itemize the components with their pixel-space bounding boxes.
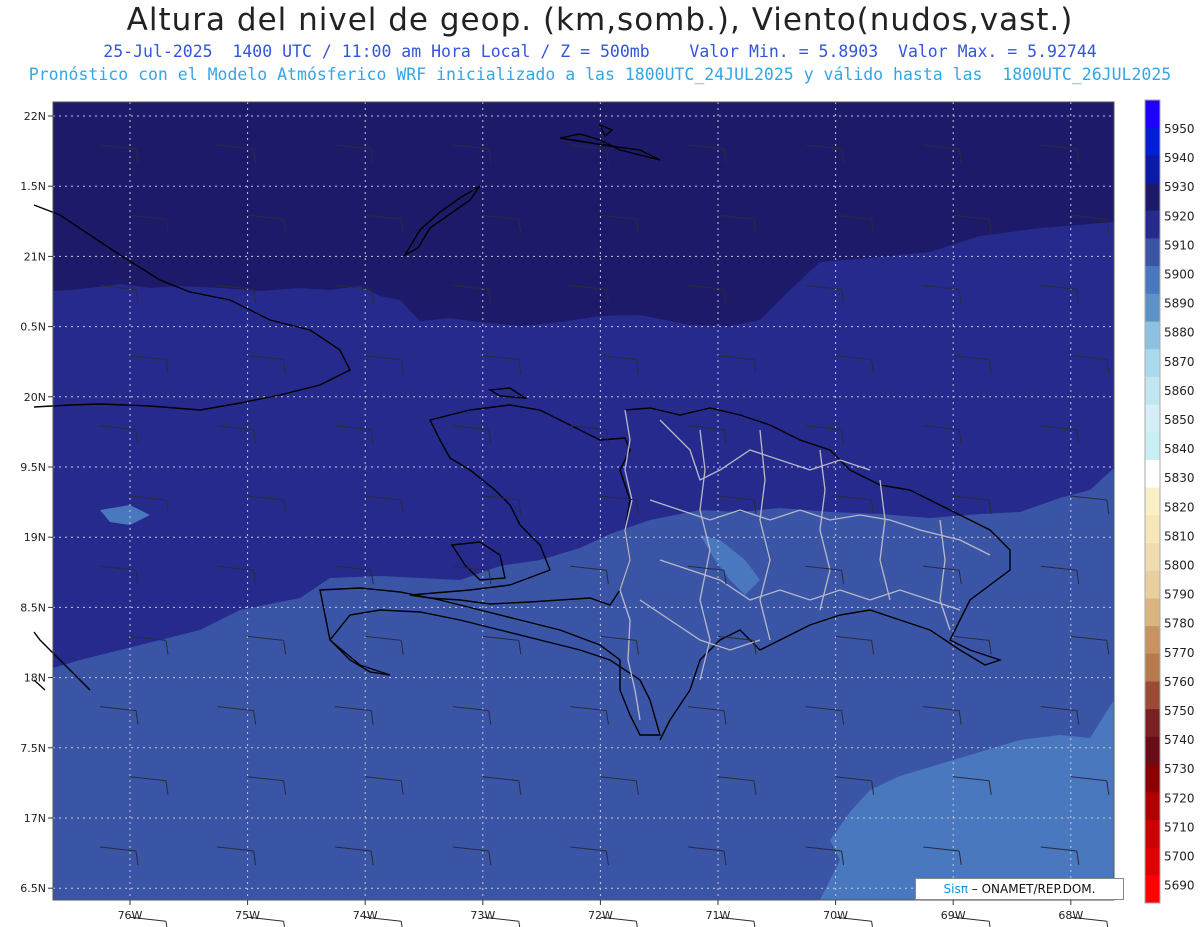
colorbar-segment [1145, 266, 1160, 295]
colorbar-segment [1145, 321, 1160, 350]
colorbar-segment [1145, 709, 1160, 738]
colorbar-label: 5930 [1164, 180, 1195, 194]
lat-label: 19N [24, 531, 46, 544]
colorbar-label: 5830 [1164, 471, 1195, 485]
colorbar-segment [1145, 847, 1160, 876]
colorbar-segment [1145, 736, 1160, 766]
lat-label: 17N [24, 812, 46, 825]
lon-label: 72W [588, 909, 613, 922]
colorbar-label: 5700 [1164, 850, 1195, 864]
colorbar-label: 5950 [1164, 122, 1195, 136]
colorbar-segment [1145, 681, 1160, 710]
lon-label: 68W [1058, 909, 1083, 922]
colorbar-segment [1145, 543, 1160, 572]
lat-label: 8.5N [20, 601, 46, 614]
colorbar-segment [1145, 376, 1160, 406]
colorbar-segment [1145, 349, 1160, 378]
colorbar-label: 5900 [1164, 268, 1195, 282]
colorbar-label: 5920 [1164, 209, 1195, 223]
colorbar-label: 5940 [1164, 151, 1195, 165]
colorbar-segment [1145, 598, 1160, 627]
colorbar-label: 5800 [1164, 559, 1195, 573]
colorbar-segment [1145, 155, 1160, 184]
colorbar-label: 5760 [1164, 675, 1195, 689]
colorbar-label: 5730 [1164, 762, 1195, 776]
lon-label: 70W [823, 909, 848, 922]
colorbar-label: 5750 [1164, 704, 1195, 718]
colorbar-label: 5810 [1164, 529, 1195, 543]
colorbar-label: 5740 [1164, 733, 1195, 747]
latitude-axis: 22N 1.5N 21N 0.5N 20N 9.5N 19N 8.5N 18N 7.5N 17N 6.… [20, 110, 53, 895]
lat-label: 20N [24, 391, 46, 404]
colorbar-label: 5840 [1164, 442, 1195, 456]
colorbar-label: 5720 [1164, 791, 1195, 805]
lon-label: 75W [235, 909, 260, 922]
colorbar-segment [1145, 487, 1160, 516]
colorbar-segment [1145, 792, 1160, 821]
sis-logo-text: Sisπ [943, 882, 968, 896]
colorbar-segment [1145, 210, 1160, 239]
colorbar-label: 5870 [1164, 355, 1195, 369]
forecast-map: 22N 1.5N 21N 0.5N 20N 9.5N 19N 8.5N 18N 7.5N 17N 6.… [20, 99, 1195, 927]
colorbar-label: 5860 [1164, 384, 1195, 398]
lat-label: 21N [24, 250, 46, 263]
colorbar-segment [1145, 293, 1160, 323]
colorbar-segment [1145, 653, 1160, 682]
colorbar-segment [1145, 432, 1160, 461]
colorbar-label: 5850 [1164, 413, 1195, 427]
colorbar-label: 5710 [1164, 820, 1195, 834]
lon-label: 76W [118, 909, 143, 922]
credit-box: Sisπ – ONAMET/REP.DOM. [915, 878, 1124, 900]
lat-label: 0.5N [20, 321, 46, 334]
lon-label: 74W [353, 909, 378, 922]
colorbar-segment [1145, 100, 1160, 129]
colorbar: 5950 5940 5930 5920 5910 5900 5890 5880 5870 5860… [1144, 99, 1195, 904]
colorbar-segment [1145, 570, 1160, 599]
colorbar-segment [1145, 819, 1160, 849]
colorbar-label: 5770 [1164, 646, 1195, 660]
colorbar-label: 5890 [1164, 297, 1195, 311]
lon-label: 73W [470, 909, 495, 922]
lat-label: 6.5N [20, 882, 46, 895]
colorbar-label: 5880 [1164, 326, 1195, 340]
colorbar-label: 5690 [1164, 879, 1195, 893]
colorbar-segment [1145, 404, 1160, 433]
lat-label: 22N [24, 110, 46, 123]
colorbar-label: 5790 [1164, 588, 1195, 602]
lat-label: 9.5N [20, 461, 46, 474]
colorbar-label: 5820 [1164, 500, 1195, 514]
lon-label: 69W [941, 909, 966, 922]
colorbar-segment [1145, 459, 1160, 489]
lat-label: 18N [24, 672, 46, 685]
colorbar-segment [1145, 183, 1160, 212]
colorbar-segment [1145, 875, 1160, 904]
lon-label: 71W [706, 909, 731, 922]
colorbar-label: 5910 [1164, 238, 1195, 252]
colorbar-segment [1145, 764, 1160, 793]
lat-label: 1.5N [20, 180, 46, 193]
colorbar-segment [1145, 238, 1160, 267]
credit-text: – ONAMET/REP.DOM. [967, 882, 1096, 896]
colorbar-segment [1145, 626, 1160, 655]
colorbar-segment [1145, 127, 1160, 156]
lat-label: 7.5N [20, 742, 46, 755]
colorbar-label: 5780 [1164, 617, 1195, 631]
colorbar-segment [1145, 515, 1160, 544]
